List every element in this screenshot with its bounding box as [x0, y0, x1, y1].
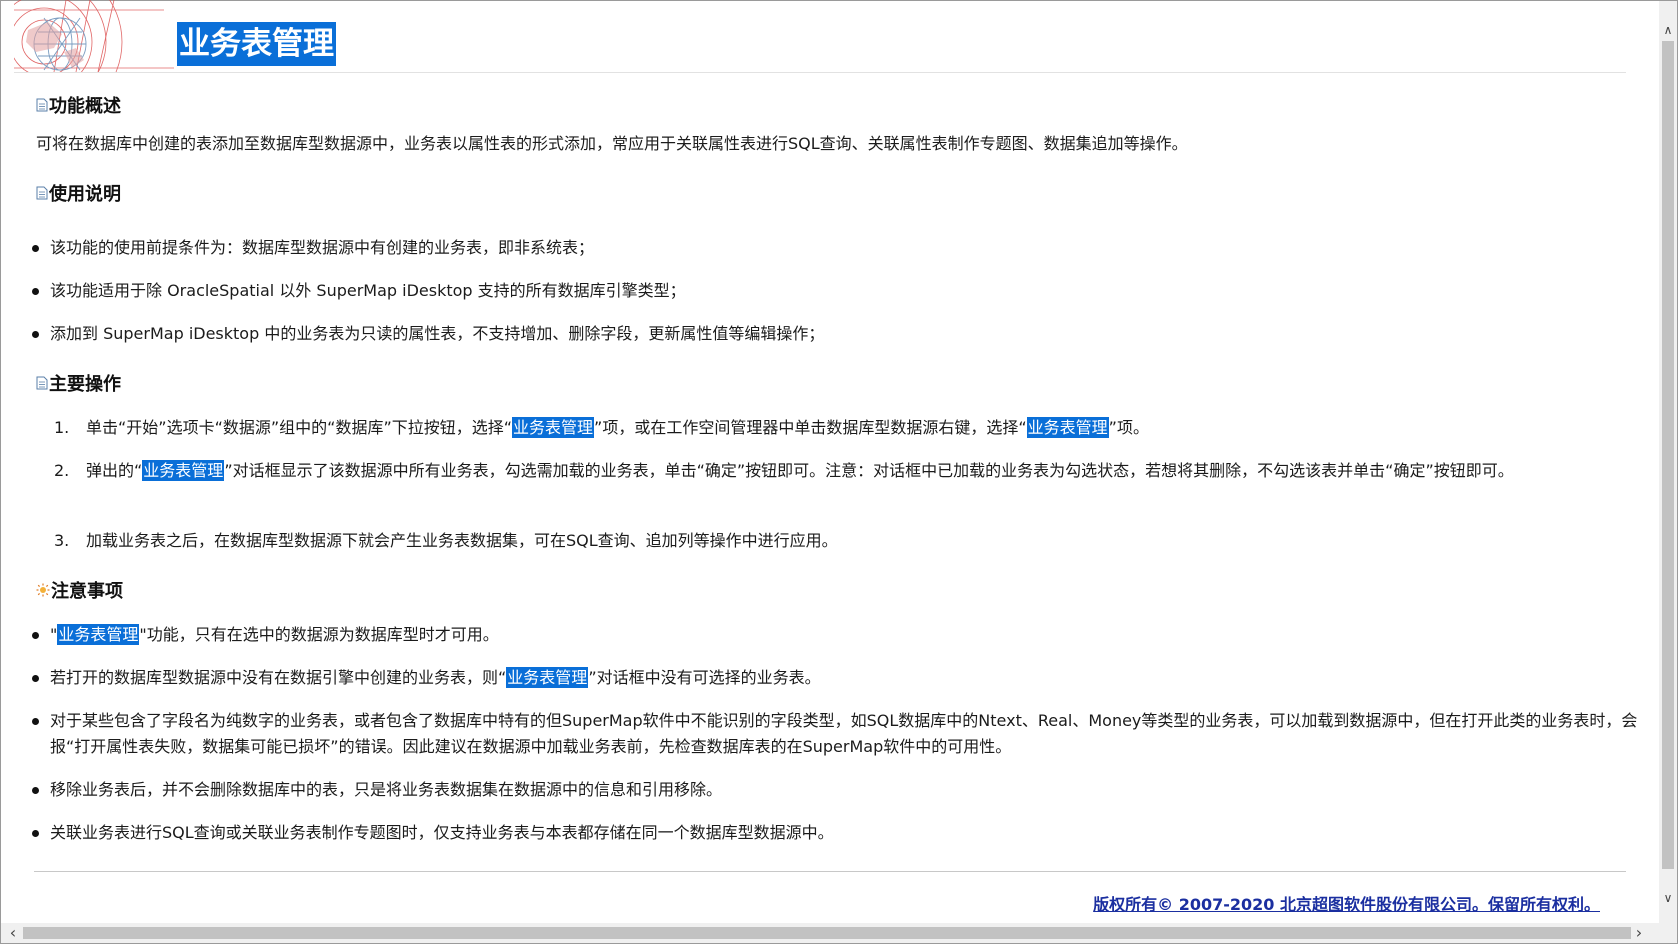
vertical-scrollbar[interactable]: ∧ ∨	[1659, 1, 1677, 924]
page-title: 业务表管理	[177, 22, 336, 66]
scroll-left-icon[interactable]: ‹	[3, 923, 23, 943]
bullet-icon	[32, 830, 39, 837]
section-heading-usage: 使用说明	[36, 180, 121, 206]
bullet-icon	[32, 331, 39, 338]
bullet-icon	[32, 675, 39, 682]
document-icon	[36, 186, 48, 200]
sun-icon	[36, 583, 50, 597]
highlighted-term: 业务表管理	[57, 624, 140, 645]
horizontal-scrollbar[interactable]: ‹ ›	[1, 923, 1659, 943]
help-content: 业务表管理 功能概述 可将在数据库中创建的表添加至数据库型数据源中，业务表以属性…	[0, 0, 1658, 923]
bullet-icon	[32, 245, 39, 252]
copyright-link[interactable]: 版权所有© 2007-2020 北京超图软件股份有限公司。保留所有权利。	[1093, 891, 1600, 915]
scrollbar-corner	[1659, 923, 1677, 943]
document-icon	[36, 98, 48, 112]
bullet-icon	[32, 718, 39, 725]
highlighted-term: 业务表管理	[1026, 417, 1109, 438]
section-heading-overview: 功能概述	[36, 92, 121, 118]
document-icon	[36, 376, 48, 390]
page-header: 业务表管理	[14, 0, 1626, 73]
vertical-scroll-thumb[interactable]	[1662, 41, 1674, 869]
scroll-down-icon[interactable]: ∨	[1659, 889, 1677, 907]
overview-text: 可将在数据库中创建的表添加至数据库型数据源中，业务表以属性表的形式添加，常应用于…	[36, 134, 1188, 153]
section-heading-operations: 主要操作	[36, 370, 121, 396]
section-heading-notes: 注意事项	[36, 577, 123, 603]
highlighted-term: 业务表管理	[142, 460, 225, 481]
scroll-right-icon[interactable]: ›	[1629, 923, 1649, 943]
bullet-icon	[32, 632, 39, 639]
footer-divider	[34, 871, 1626, 872]
bullet-icon	[32, 787, 39, 794]
scroll-up-icon[interactable]: ∧	[1659, 21, 1677, 39]
supermap-logo-icon	[14, 0, 174, 72]
horizontal-scroll-thumb[interactable]	[23, 927, 1631, 939]
highlighted-term: 业务表管理	[512, 417, 595, 438]
bullet-icon	[32, 288, 39, 295]
highlighted-term: 业务表管理	[506, 667, 589, 688]
